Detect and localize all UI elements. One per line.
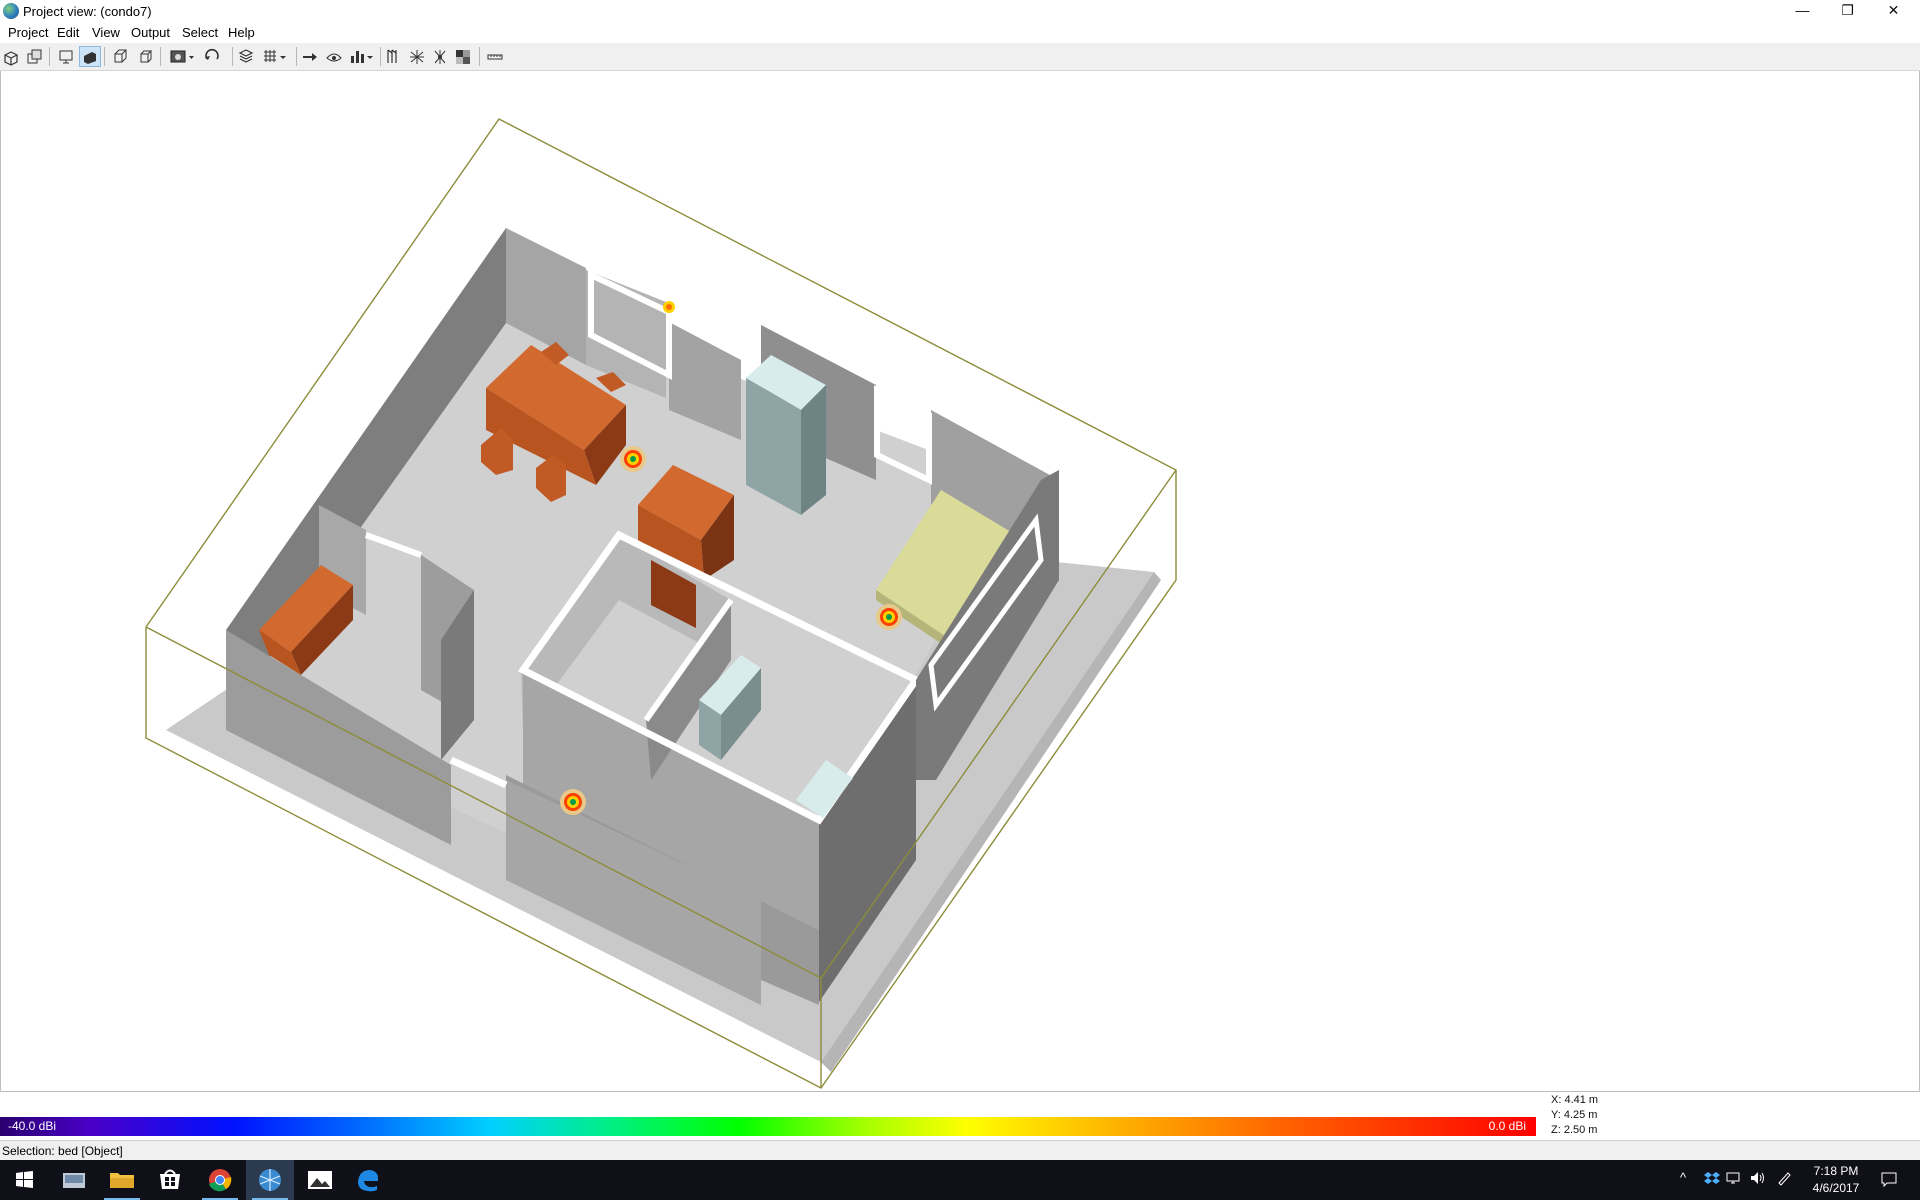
restore-icon[interactable]: ❐ [1825,0,1870,22]
bar-chart-dropdown-icon[interactable] [348,47,376,66]
title-bar: Project view: (condo7) — ❐ ✕ [0,0,1920,22]
colorbar-max-label: 0.0 dBi [1488,1119,1526,1133]
minimize-icon[interactable]: — [1780,0,1825,22]
colorbar-min-label: -40.0 dBi [8,1119,57,1133]
antenna-array-icon[interactable] [384,47,404,66]
grayscale-toggle-icon[interactable] [453,47,473,66]
antenna-marker [876,604,902,630]
network-icon[interactable] [1726,1170,1742,1189]
wireframe-front-icon[interactable] [111,47,131,66]
action-center-icon[interactable] [1880,1170,1898,1191]
gain-colorbar: -40.0 dBi 0.0 dBi [0,1117,1536,1136]
grid-dropdown-icon[interactable] [261,47,289,66]
arrow-right-icon[interactable] [300,47,320,66]
wireless-insite-icon[interactable] [246,1160,294,1200]
close-icon[interactable]: ✕ [1871,0,1916,22]
layers-icon[interactable] [236,47,256,66]
antenna-marker [663,301,675,313]
status-bar: Selection: bed [Object] [0,1140,1920,1161]
windows-start-icon[interactable] [0,1160,48,1200]
antenna-radiate-icon[interactable] [430,47,450,66]
solid-view-icon[interactable] [79,46,101,67]
photos-scanner-icon[interactable] [50,1160,98,1200]
coord-x: X: 4.41 m [1551,1094,1599,1106]
photos-icon[interactable] [296,1160,344,1200]
menu-view[interactable]: View [92,25,120,40]
coord-y: Y: 4.25 m [1551,1109,1598,1121]
capture-dropdown-icon[interactable] [168,47,196,66]
volume-icon[interactable] [1750,1170,1766,1189]
coord-z: Z: 2.50 m [1551,1124,1598,1136]
clock-date: 4/6/2017 [1812,1181,1860,1195]
windows-taskbar: ^ 7:18 PM 4/6/2017 [0,1160,1920,1200]
edge-icon[interactable] [344,1160,392,1200]
project-3d-viewport[interactable] [0,71,1920,1092]
eye-icon[interactable] [324,47,344,66]
window-title: Project view: (condo7) [23,4,152,19]
pen-icon[interactable] [1776,1170,1792,1189]
taskbar-clock[interactable]: 7:18 PM 4/6/2017 [1797,1163,1875,1197]
rotate-icon[interactable] [202,47,222,66]
clock-time: 7:18 PM [1813,1164,1859,1178]
scene-canvas[interactable] [1,71,1919,1091]
chrome-icon[interactable] [196,1160,244,1200]
menu-edit[interactable]: Edit [57,25,79,40]
antenna-marker [560,789,586,815]
menu-bar: Project Edit View Output Select Help [0,22,1920,42]
cursor-coordinates: X: 4.41 m Y: 4.25 m Z: 2.50 m [1551,1093,1598,1138]
menu-project[interactable]: Project [8,25,48,40]
selection-status: Selection: bed [Object] [2,1144,123,1158]
ruler-icon[interactable] [485,47,505,66]
wireframe-side-icon[interactable] [135,47,155,66]
multi-box-icon[interactable] [25,47,45,66]
toolbar [0,43,1920,71]
menu-output[interactable]: Output [131,25,170,40]
box-view-icon[interactable] [2,47,22,66]
antenna-pattern-icon[interactable] [407,47,427,66]
store-icon[interactable] [146,1160,194,1200]
chevron-up-icon[interactable]: ^ [1680,1170,1686,1185]
antenna-marker [620,446,646,472]
menu-help[interactable]: Help [228,25,255,40]
menu-select[interactable]: Select [182,25,218,40]
dropbox-icon[interactable] [1704,1170,1720,1189]
file-explorer-icon[interactable] [98,1160,146,1200]
camera-view-icon[interactable] [56,47,76,66]
globe-app-icon [3,3,19,19]
